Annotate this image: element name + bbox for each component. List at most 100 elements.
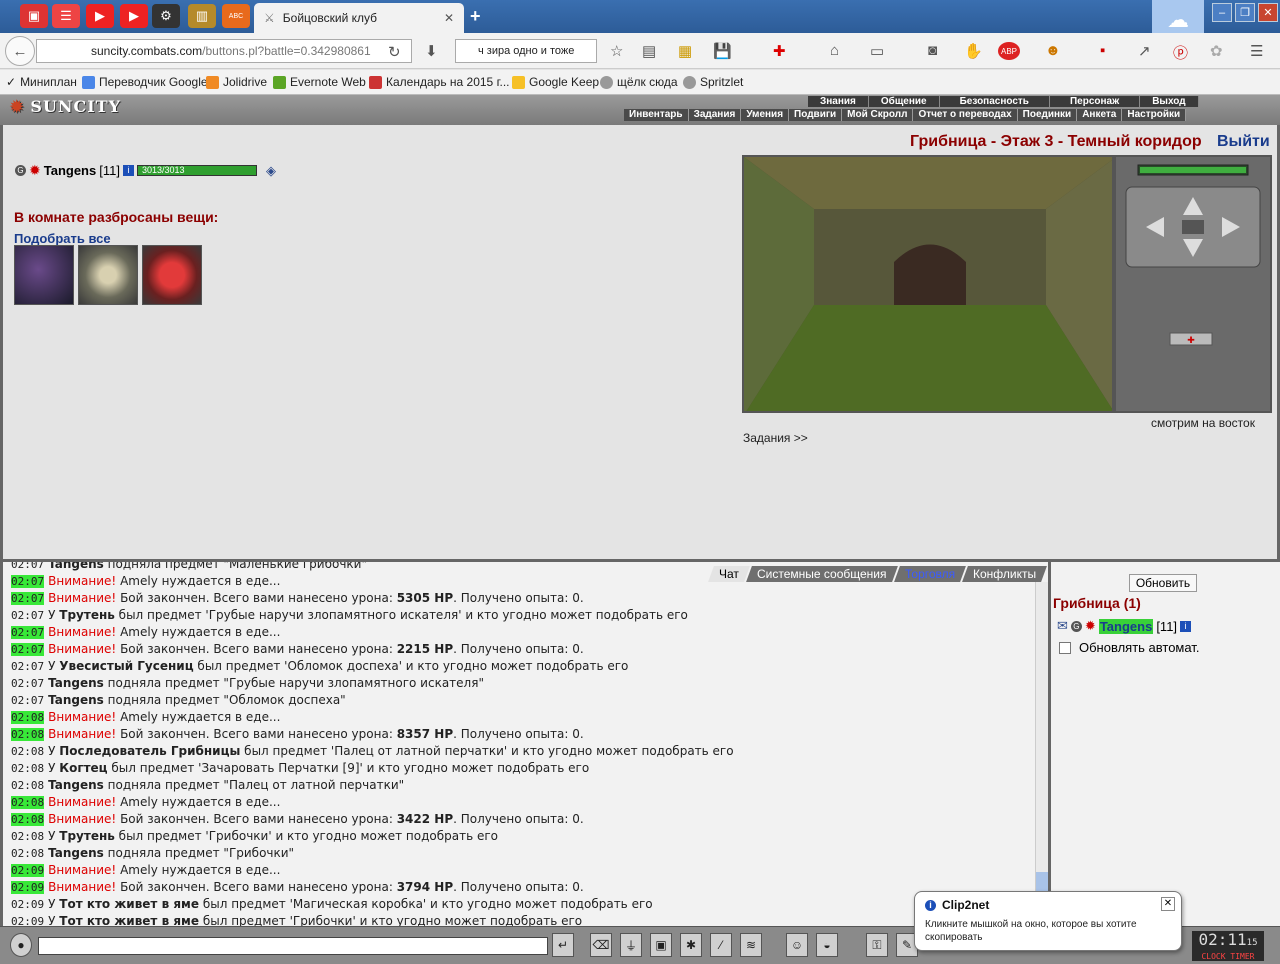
fight-icon[interactable]: ✱ <box>680 933 702 957</box>
popup-close-icon[interactable]: ✕ <box>1161 897 1175 911</box>
share-icon[interactable]: ↗ <box>1138 42 1151 60</box>
paw-icon[interactable]: ✿ <box>1210 42 1223 60</box>
tab-chat[interactable]: Чат <box>708 566 751 582</box>
smile-menu-icon[interactable]: ● <box>10 933 32 957</box>
menu-skills[interactable]: Умения <box>741 109 790 121</box>
url-path: /buttons.pl?battle=0.342980861 <box>202 44 371 58</box>
menu-duels[interactable]: Поединки <box>1018 109 1078 121</box>
close-tab-icon[interactable]: ✕ <box>444 11 454 25</box>
timer-label[interactable]: TIMER <box>1230 952 1254 961</box>
star-icon[interactable]: ☆ <box>610 42 623 60</box>
addon-icon[interactable]: ▦ <box>678 42 692 60</box>
new-tab-button[interactable]: + <box>470 6 481 27</box>
tab-conflicts[interactable]: Конфликты <box>961 566 1047 582</box>
mushrooms-item[interactable] <box>78 245 138 305</box>
minimize-button[interactable]: – <box>1212 3 1232 22</box>
room-scene <box>742 155 1114 413</box>
menu-transfers[interactable]: Отчет о переводах <box>913 109 1018 121</box>
youtube-pinned-tab[interactable]: ▶ <box>86 4 114 28</box>
menu-communication[interactable]: Общение <box>869 96 940 107</box>
filter-icon[interactable]: ⏚ <box>620 933 642 957</box>
menu-character[interactable]: Персонаж <box>1050 96 1141 107</box>
auto-refresh[interactable]: Обновлять автомат. <box>1059 640 1199 655</box>
steam-pinned-tab[interactable]: ⚙ <box>152 4 180 28</box>
menu-feats[interactable]: Подвиги <box>789 109 843 121</box>
info-icon[interactable]: i <box>122 165 134 176</box>
restore-button[interactable]: ❐ <box>1235 3 1255 22</box>
menu-scroll[interactable]: Мой Скролл <box>842 109 914 121</box>
pick-all-link[interactable]: Подобрать все <box>14 231 111 246</box>
url-bar[interactable]: suncity.combats.com/buttons.pl?battle=0.… <box>36 39 412 63</box>
menu-security[interactable]: Безопасность <box>940 96 1050 107</box>
close-window-button[interactable]: ✕ <box>1258 3 1278 22</box>
chat-warning: Внимание! <box>48 710 117 724</box>
pinterest-icon[interactable]: ⓟ <box>1173 42 1188 63</box>
trello-pinned-tab[interactable]: ▣ <box>20 4 48 28</box>
home-icon[interactable]: ⌂ <box>830 42 839 59</box>
badge-icon[interactable]: ◈ <box>266 163 276 179</box>
reader-icon[interactable]: ▤ <box>642 42 656 60</box>
chat-warning: Внимание! <box>48 574 117 588</box>
refresh-button[interactable]: Обновить <box>1129 574 1197 592</box>
lock-icon[interactable]: ⚿ <box>866 933 888 957</box>
bookmark-calendar[interactable]: Календарь на 2015 г... <box>369 75 509 89</box>
magic-box-item[interactable] <box>14 245 74 305</box>
counter-icon[interactable]: ▪ <box>1100 42 1105 59</box>
bookmark-jolidrive[interactable]: Jolidrive <box>206 75 267 89</box>
chat-line: 02:07 Внимание! Бой закончен. Всего вами … <box>11 641 734 658</box>
rare-mushroom-item[interactable] <box>142 245 202 305</box>
bookmark-miniplan[interactable]: ✓ Миниплан <box>6 75 77 89</box>
plus-addon-icon[interactable]: ✚ <box>773 42 786 60</box>
wave-icon[interactable]: ≋ <box>740 933 762 957</box>
chat-text-2: подняла предмет "Грибочки" <box>107 846 295 860</box>
todoist-pinned-tab[interactable]: ☰ <box>52 4 80 28</box>
active-tab[interactable]: ⚔ Бойцовский клуб ✕ <box>254 3 464 33</box>
send-icon[interactable]: ↵ <box>552 933 574 957</box>
bookmark-spritzlet[interactable]: Spritzlet <box>683 75 743 89</box>
translate-icon <box>82 75 95 89</box>
tab-system[interactable]: Системные сообщения <box>746 566 898 582</box>
sub-menu: Инвентарь Задания Умения Подвиги Мой Скр… <box>624 109 1187 121</box>
helmet-icon[interactable]: ◒ <box>816 933 838 957</box>
lang-pinned-tab[interactable]: ABC <box>222 4 250 28</box>
menu-exit[interactable]: Выход <box>1140 96 1199 107</box>
tab-trade[interactable]: Торговля <box>893 566 966 582</box>
chat-line: 02:08 У Когтец был предмет 'Зачаровать Пе… <box>11 760 734 777</box>
menu-tasks[interactable]: Задания <box>689 109 742 121</box>
slash-icon[interactable]: ⁄ <box>710 933 732 957</box>
evernote-icon[interactable]: ✋ <box>964 42 983 60</box>
bookmark-translate[interactable]: Переводчик Google <box>82 75 208 89</box>
player-name[interactable]: Tangens <box>44 163 97 178</box>
emoji-icon[interactable]: ☺ <box>786 933 808 957</box>
screenshot-icon[interactable]: ▭ <box>870 42 884 60</box>
monkey-icon[interactable]: ☻ <box>1045 42 1061 59</box>
book-pinned-tab[interactable]: ▥ <box>188 4 216 28</box>
menu-profile[interactable]: Анкета <box>1077 109 1123 121</box>
eraser-icon[interactable]: ⌫ <box>590 933 612 957</box>
private-icon[interactable]: ✉ <box>1057 618 1068 634</box>
chat-input[interactable] <box>38 937 548 955</box>
bookmark-keep[interactable]: Google Keep <box>512 75 599 89</box>
bookmark-evernote[interactable]: Evernote Web <box>273 75 366 89</box>
save-icon[interactable]: 💾 <box>713 42 732 60</box>
save-log-icon[interactable]: ▣ <box>650 933 672 957</box>
chat-time: 02:08 <box>11 796 45 809</box>
pocket-icon[interactable]: ◙ <box>928 42 937 59</box>
adblock-icon[interactable]: ABP <box>998 42 1020 60</box>
bookmark-click[interactable]: щёлк сюда <box>600 75 678 89</box>
info-icon[interactable]: i <box>1180 620 1192 632</box>
browser-tab-bar: ▣ ☰ ▶ ▶ ⚙ ▥ ABC ⚔ Бойцовский клуб ✕ + ☁ … <box>0 0 1280 40</box>
menu-inventory[interactable]: Инвентарь <box>624 109 689 121</box>
auto-refresh-checkbox[interactable] <box>1059 641 1071 654</box>
youtube-pinned-tab-2[interactable]: ▶ <box>120 4 148 28</box>
tasks-link[interactable]: Задания >> <box>743 431 808 445</box>
menu-settings[interactable]: Настройки <box>1122 109 1187 121</box>
exit-link[interactable]: Выйти <box>1217 133 1270 151</box>
menu-icon[interactable]: ☰ <box>1250 42 1263 60</box>
menu-knowledge[interactable]: Знания <box>808 96 869 107</box>
back-button[interactable]: ← <box>5 36 35 66</box>
online-user-name[interactable]: Tangens <box>1098 618 1154 634</box>
download-icon[interactable]: ⬇ <box>425 42 438 60</box>
search-input[interactable]: ч зира одно и тоже <box>455 39 597 63</box>
reload-icon[interactable]: ↻ <box>388 43 401 61</box>
